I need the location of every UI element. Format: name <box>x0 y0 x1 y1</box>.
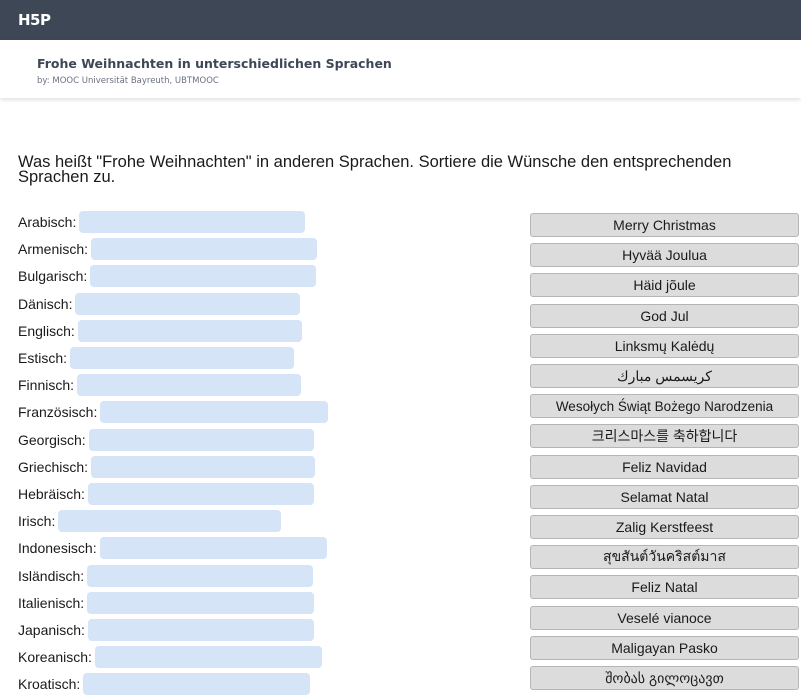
drop-zone[interactable] <box>75 292 301 315</box>
drop-zone[interactable] <box>79 211 306 233</box>
draggable-greeting[interactable]: Häid jõule <box>530 273 799 298</box>
language-label: Hebräisch: <box>18 486 85 502</box>
language-label: Bulgarisch: <box>18 268 88 285</box>
draggable-greeting[interactable]: Selamat Natal <box>530 484 799 509</box>
language-row: Hebräisch: <box>18 482 314 506</box>
language-label: Englisch: <box>18 322 75 339</box>
h5p-logo: H5P <box>18 11 51 29</box>
language-row: Kroatisch: <box>18 672 311 696</box>
draggable-greeting[interactable]: 크리스마스를 축하합니다 <box>530 424 799 449</box>
language-label: Kroatisch: <box>18 676 81 693</box>
language-row: Isländisch: <box>18 564 314 588</box>
drop-zone[interactable] <box>87 564 314 587</box>
drop-zone[interactable] <box>87 483 314 505</box>
draggable-greeting[interactable]: God Jul <box>530 303 799 328</box>
language-label: Dänisch: <box>18 295 73 312</box>
draggable-greeting[interactable]: Maligayan Pasko <box>530 635 799 660</box>
drop-zone[interactable] <box>94 646 322 669</box>
language-row: Griechisch: <box>18 455 316 479</box>
draggable-greeting[interactable]: Wesołych Świąt Bożego Narodzenia <box>530 394 799 419</box>
language-row: Arabisch: <box>18 210 306 234</box>
language-label: Griechisch: <box>18 458 89 475</box>
language-label: Indonesisch: <box>18 540 97 557</box>
language-row: Indonesisch: <box>18 536 327 560</box>
drop-zone[interactable] <box>90 265 317 288</box>
drop-zone[interactable] <box>88 428 314 451</box>
language-row: Georgisch: <box>18 428 314 452</box>
drop-zone[interactable] <box>91 238 318 261</box>
drop-zone[interactable] <box>58 510 282 533</box>
draggable-greeting[interactable]: შობას გილოცავთ <box>530 666 799 690</box>
draggable-greeting[interactable]: Feliz Natal <box>530 575 799 600</box>
draggable-greeting[interactable]: Hyvää Joulua <box>530 243 799 268</box>
content-title: Frohe Weihnachten in unterschiedlichen S… <box>37 56 392 71</box>
task-question: Was heißt "Frohe Weihnachten" in anderen… <box>18 153 732 186</box>
draggable-greeting[interactable]: كريسمس مبارك <box>530 364 799 388</box>
language-row: Estisch: <box>18 346 295 370</box>
language-row: Koreanisch: <box>18 645 322 669</box>
drop-zone[interactable] <box>91 455 316 478</box>
draggable-greeting[interactable]: Veselé vianoce <box>530 605 799 630</box>
language-row: Italienisch: <box>18 591 315 615</box>
draggable-greeting[interactable]: Zalig Kerstfeest <box>530 515 799 539</box>
drop-zone[interactable] <box>70 347 295 369</box>
language-row: Englisch: <box>18 319 302 343</box>
draggable-greeting[interactable]: สุขสันต์วันคริสต์มาส <box>530 545 799 570</box>
language-label: Französisch: <box>18 404 98 421</box>
content-header: Frohe Weihnachten in unterschiedlichen S… <box>0 40 801 98</box>
language-label: Finnisch: <box>18 377 75 394</box>
drop-zone[interactable] <box>77 319 302 342</box>
language-label: Georgisch: <box>18 431 86 448</box>
drop-zone[interactable] <box>77 374 302 397</box>
drop-zone[interactable] <box>100 401 329 424</box>
draggable-greeting[interactable]: Merry Christmas <box>530 213 799 237</box>
language-row: Irisch: <box>18 509 282 533</box>
language-row: Armenisch: <box>18 237 318 261</box>
drop-zone[interactable] <box>99 537 327 560</box>
draggable-greeting[interactable]: Linksmų Kalėdų <box>530 333 799 358</box>
language-row: Dänisch: <box>18 292 301 316</box>
language-label: Estisch: <box>18 350 68 366</box>
language-row: Französisch: <box>18 400 329 424</box>
language-label: Koreanisch: <box>18 649 92 666</box>
language-label: Arabisch: <box>18 214 77 230</box>
h5p-top-bar: H5P <box>0 0 801 40</box>
language-row: Japanisch: <box>18 618 314 642</box>
drop-zone[interactable] <box>87 591 315 614</box>
drop-zone[interactable] <box>83 673 311 696</box>
language-row: Finnisch: <box>18 373 302 397</box>
drop-zone[interactable] <box>87 619 314 641</box>
language-label: Japanisch: <box>18 622 85 638</box>
language-label: Irisch: <box>18 513 56 530</box>
language-row: Bulgarisch: <box>18 264 317 288</box>
language-label: Armenisch: <box>18 241 89 258</box>
draggable-greeting[interactable]: Feliz Navidad <box>530 454 799 479</box>
content-byline: by: MOOC Universität Bayreuth, UBTMOOC <box>37 76 219 86</box>
language-label: Isländisch: <box>18 567 85 584</box>
language-label: Italienisch: <box>18 594 85 611</box>
